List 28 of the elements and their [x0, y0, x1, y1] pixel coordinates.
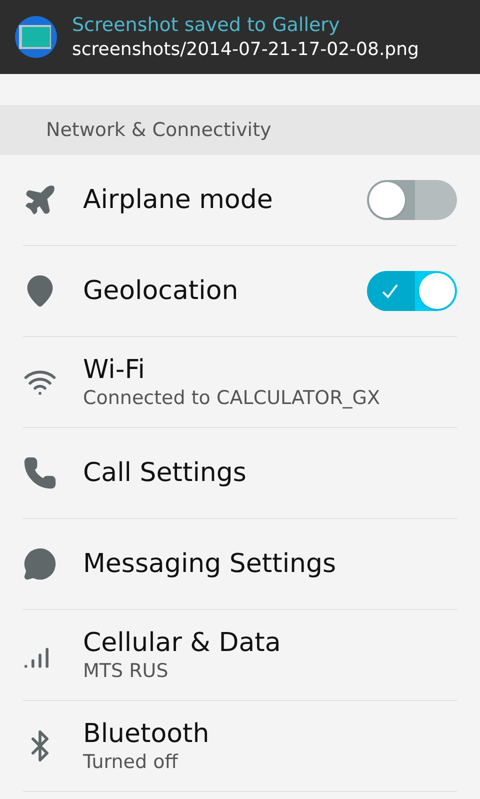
setting-label: Messaging Settings — [83, 548, 338, 580]
setting-label: Geolocation — [83, 275, 240, 307]
settings-row[interactable]: Messaging Settings — [23, 519, 457, 610]
notification-banner[interactable]: Screenshot saved to Gallery screenshots/2014-07-21-17-02-08.png — [0, 0, 480, 74]
phone-icon — [23, 456, 57, 490]
speech-bubble-icon — [23, 547, 57, 581]
settings-row[interactable]: Bluetooth Turned off — [23, 701, 457, 792]
setting-subtitle: Connected to CALCULATOR_GX — [83, 386, 382, 410]
notification-title: Screenshot saved to Gallery — [72, 13, 341, 38]
section-header: Network & Connectivity — [0, 105, 480, 155]
setting-subtitle: MTS RUS — [83, 659, 170, 683]
notification-body: screenshots/2014-07-21-17-02-08.png — [72, 38, 419, 62]
check-icon — [381, 283, 399, 299]
gallery-icon — [14, 15, 58, 59]
setting-label: Airplane mode — [83, 184, 274, 216]
airplane-icon — [23, 183, 57, 217]
settings-row[interactable]: Cellular & Data MTS RUS — [23, 610, 457, 701]
setting-label: Wi-Fi — [83, 354, 146, 386]
setting-label: Cellular & Data — [83, 627, 282, 659]
settings-row[interactable]: Airplane mode — [23, 155, 457, 246]
setting-subtitle: Turned off — [83, 750, 180, 774]
toggle-switch[interactable] — [367, 271, 457, 311]
toggle-switch[interactable] — [367, 180, 457, 220]
settings-row[interactable]: Call Settings — [23, 428, 457, 519]
settings-row[interactable]: Geolocation — [23, 246, 457, 337]
settings-row[interactable]: Wi-Fi Connected to CALCULATOR_GX — [23, 337, 457, 428]
setting-label: Bluetooth — [83, 718, 210, 750]
setting-label: Call Settings — [83, 457, 248, 489]
